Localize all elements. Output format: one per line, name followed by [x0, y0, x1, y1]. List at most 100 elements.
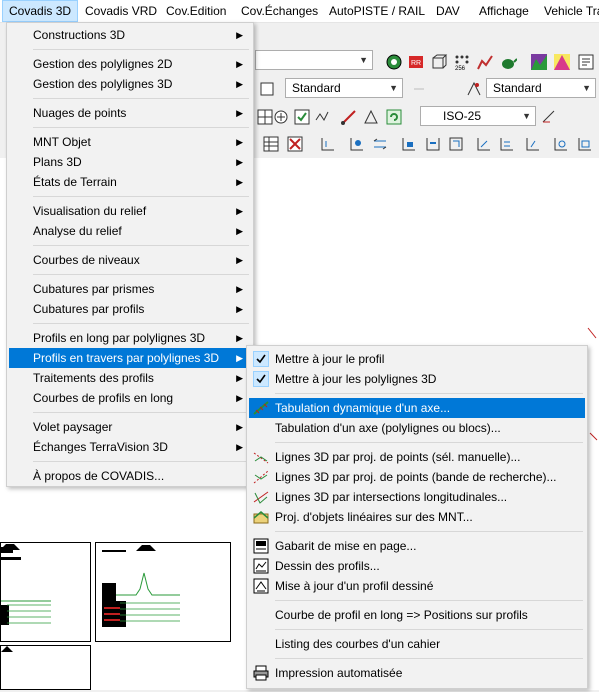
submenu-item-lignes-3d-par-proj-de-points-sel-manuelle[interactable]: Lignes 3D par proj. de points (sél. manu… [249, 447, 585, 467]
layer-combo[interactable]: ▼ [255, 50, 373, 70]
menu-item-a-propos-de-covadis[interactable]: À propos de COVADIS... [9, 466, 251, 486]
submenu-item-tabulation-dynamique-d-un-axe[interactable]: Tabulation dynamique d'un axe... [249, 398, 585, 418]
dim-edit-icon[interactable] [540, 108, 558, 126]
menu-item-gestion-des-polylignes-2d[interactable]: Gestion des polylignes 2D ▶ [9, 54, 251, 74]
toolbar-overflow-icon[interactable] [577, 53, 595, 71]
menu-item-visualisation-du-relief[interactable]: Visualisation du relief ▶ [9, 201, 251, 221]
submenu-item-label: Mettre à jour les polylignes 3D [275, 372, 437, 386]
terrain-colors-icon[interactable] [530, 53, 548, 71]
menu-item-volet-paysager[interactable]: Volet paysager ▶ [9, 417, 251, 437]
submenu-item-label: Proj. d'objets linéaires sur des MNT... [275, 510, 473, 524]
menu-dav[interactable]: DAV [430, 0, 466, 22]
dim-style-combo[interactable]: Standard ▼ [486, 78, 596, 98]
submenu-item-mettre-a-jour-le-profil[interactable]: Mettre à jour le profil [249, 349, 585, 369]
profile-line-icon[interactable] [314, 108, 332, 126]
submenu-item-mise-a-jour-d-un-profil-dessine[interactable]: Mise à jour d'un profil dessiné [249, 576, 585, 596]
submenu-item-dessin-des-profils[interactable]: Dessin des profils... [249, 556, 585, 576]
profile-update-icon [253, 578, 269, 594]
submenu-separator [275, 629, 583, 630]
menu-item-nuages-de-points[interactable]: Nuages de points ▶ [9, 103, 251, 123]
submenu-item-lignes-3d-par-intersections-longitudinales[interactable]: Lignes 3D par intersections longitudinal… [249, 487, 585, 507]
text-style-combo[interactable]: Standard ▼ [285, 78, 403, 98]
dim-style-value: Standard [493, 81, 542, 95]
submenu-item-label: Mettre à jour le profil [275, 352, 385, 366]
refresh-icon[interactable] [385, 108, 403, 126]
dim-angular-icon[interactable] [551, 135, 569, 153]
submenu-separator [275, 600, 583, 601]
menu-item-profils-en-long-par-polylignes-3d[interactable]: Profils en long par polylignes 3D ▶ [9, 328, 251, 348]
menu-item-label: Gestion des polylignes 3D [33, 77, 173, 91]
profils-en-travers-submenu: Mettre à jour le profil Mettre à jour les… [246, 345, 588, 689]
submenu-item-proj-d-objets-lineaires-sur-des-mnt[interactable]: Proj. d'objets linéaires sur des MNT... [249, 507, 585, 527]
menu-item-label: Cubatures par prismes [33, 282, 155, 296]
profile-sheet-2[interactable] [95, 542, 231, 642]
menu-item-mnt-objet[interactable]: MNT Objet ▶ [9, 132, 251, 152]
menu-item-label: Constructions 3D [33, 28, 126, 42]
submenu-item-tabulation-d-un-axe-polylignes-ou-blocs[interactable]: Tabulation d'un axe (polylignes ou blocs… [249, 418, 585, 438]
dim-continue-icon[interactable] [424, 135, 442, 153]
submenu-arrow-icon: ▶ [236, 206, 243, 216]
dimension-style-combo[interactable]: ISO-25 ▼ [420, 106, 536, 126]
submenu-item-mettre-a-jour-les-polylignes-3d[interactable]: Mettre à jour les polylignes 3D [249, 369, 585, 389]
submenu-item-courbe-de-profil-en-long-positions-sur-profils[interactable]: Courbe de profil en long => Positions su… [249, 605, 585, 625]
slope-icon[interactable] [553, 53, 571, 71]
menu-item-analyse-du-relief[interactable]: Analyse du relief ▶ [9, 221, 251, 241]
menu-item-profils-en-travers-par-polylignes-3d[interactable]: Profils en travers par polylignes 3D ▶ [9, 348, 251, 368]
delete-table-icon[interactable] [286, 135, 304, 153]
menu-item-label: Volet paysager [33, 420, 113, 434]
dim-diameter-icon[interactable] [523, 135, 541, 153]
svg-text:RR: RR [411, 60, 421, 67]
dim-space-icon[interactable] [447, 135, 465, 153]
submenu-item-label: Dessin des profils... [275, 559, 380, 573]
submenu-separator [275, 531, 583, 532]
menu-item-traitements-des-profils[interactable]: Traitements des profils ▶ [9, 368, 251, 388]
menu-item-echanges-terravision-3d[interactable]: Échanges TerraVision 3D ▶ [9, 437, 251, 457]
submenu-item-lignes-3d-par-proj-de-points-bande-de-recherche[interactable]: Lignes 3D par proj. de points (bande de … [249, 467, 585, 487]
menu-cov-echanges[interactable]: Cov.Échanges [235, 0, 324, 22]
menu-item-constructions-3d[interactable]: Constructions 3D ▶ [9, 25, 251, 45]
menu-item-cubatures-par-prismes[interactable]: Cubatures par prismes ▶ [9, 279, 251, 299]
menu-covadis-vrd[interactable]: Covadis VRD [79, 0, 163, 22]
dim-radius-icon[interactable] [497, 135, 515, 153]
menu-item-courbes-de-profils-en-long[interactable]: Courbes de profils en long ▶ [9, 388, 251, 408]
render-icon[interactable] [385, 53, 403, 71]
teapot-icon[interactable] [499, 53, 518, 71]
grid-points-icon[interactable]: 256 [453, 53, 471, 72]
dim-tolerance-icon[interactable] [575, 135, 593, 153]
dim-arrows-icon[interactable] [371, 135, 389, 153]
menu-item-etats-de-terrain[interactable]: États de Terrain ▶ [9, 172, 251, 192]
menu-cov-edition[interactable]: Cov.Edition [160, 0, 232, 22]
circle-target-icon[interactable] [272, 108, 290, 126]
layer-state-icon[interactable] [258, 80, 276, 98]
table-icon[interactable] [262, 135, 280, 153]
submenu-item-impression-automatisee[interactable]: Impression automatisée [249, 663, 585, 683]
cube-icon[interactable] [430, 53, 448, 71]
triangle-label-icon[interactable] [362, 108, 380, 126]
menu-autopiste-rail[interactable]: AutoPISTE / RAIL [323, 0, 431, 22]
dim-linear-icon[interactable] [318, 135, 336, 153]
menu-affichage[interactable]: Affichage [473, 0, 535, 22]
menu-item-label: Analyse du relief [33, 224, 122, 238]
menu-item-label: Visualisation du relief [33, 204, 147, 218]
menu-item-plans-3d[interactable]: Plans 3D ▶ [9, 152, 251, 172]
measure-icon[interactable] [340, 108, 358, 126]
chart-icon[interactable] [476, 53, 494, 71]
submenu-arrow-icon: ▶ [236, 333, 243, 343]
menu-item-cubatures-par-profils[interactable]: Cubatures par profils ▶ [9, 299, 251, 319]
submenu-item-label: Gabarit de mise en page... [275, 539, 417, 553]
menu-vehicle-tracking[interactable]: Vehicle Tra [538, 0, 599, 22]
submenu-item-listing-des-courbes-d-un-cahier[interactable]: Listing des courbes d'un cahier [249, 634, 585, 654]
menu-separator [33, 196, 249, 197]
menu-item-courbes-de-niveaux[interactable]: Courbes de niveaux ▶ [9, 250, 251, 270]
submenu-item-gabarit-de-mise-en-page[interactable]: Gabarit de mise en page... [249, 536, 585, 556]
record-icon[interactable]: RR [407, 53, 425, 71]
dimstyle-icon[interactable] [465, 80, 483, 98]
profile-sheet-3[interactable] [0, 645, 91, 690]
dim-ordinate-icon[interactable] [474, 135, 492, 153]
submenu-arrow-icon: ▶ [236, 59, 243, 69]
dim-baseline-icon[interactable] [399, 135, 417, 153]
dim-aligned-icon[interactable] [347, 135, 365, 153]
menu-covadis-3d[interactable]: Covadis 3D [2, 0, 79, 22]
menu-item-gestion-des-polylignes-3d[interactable]: Gestion des polylignes 3D ▶ [9, 74, 251, 94]
check-box-icon[interactable] [293, 108, 311, 126]
